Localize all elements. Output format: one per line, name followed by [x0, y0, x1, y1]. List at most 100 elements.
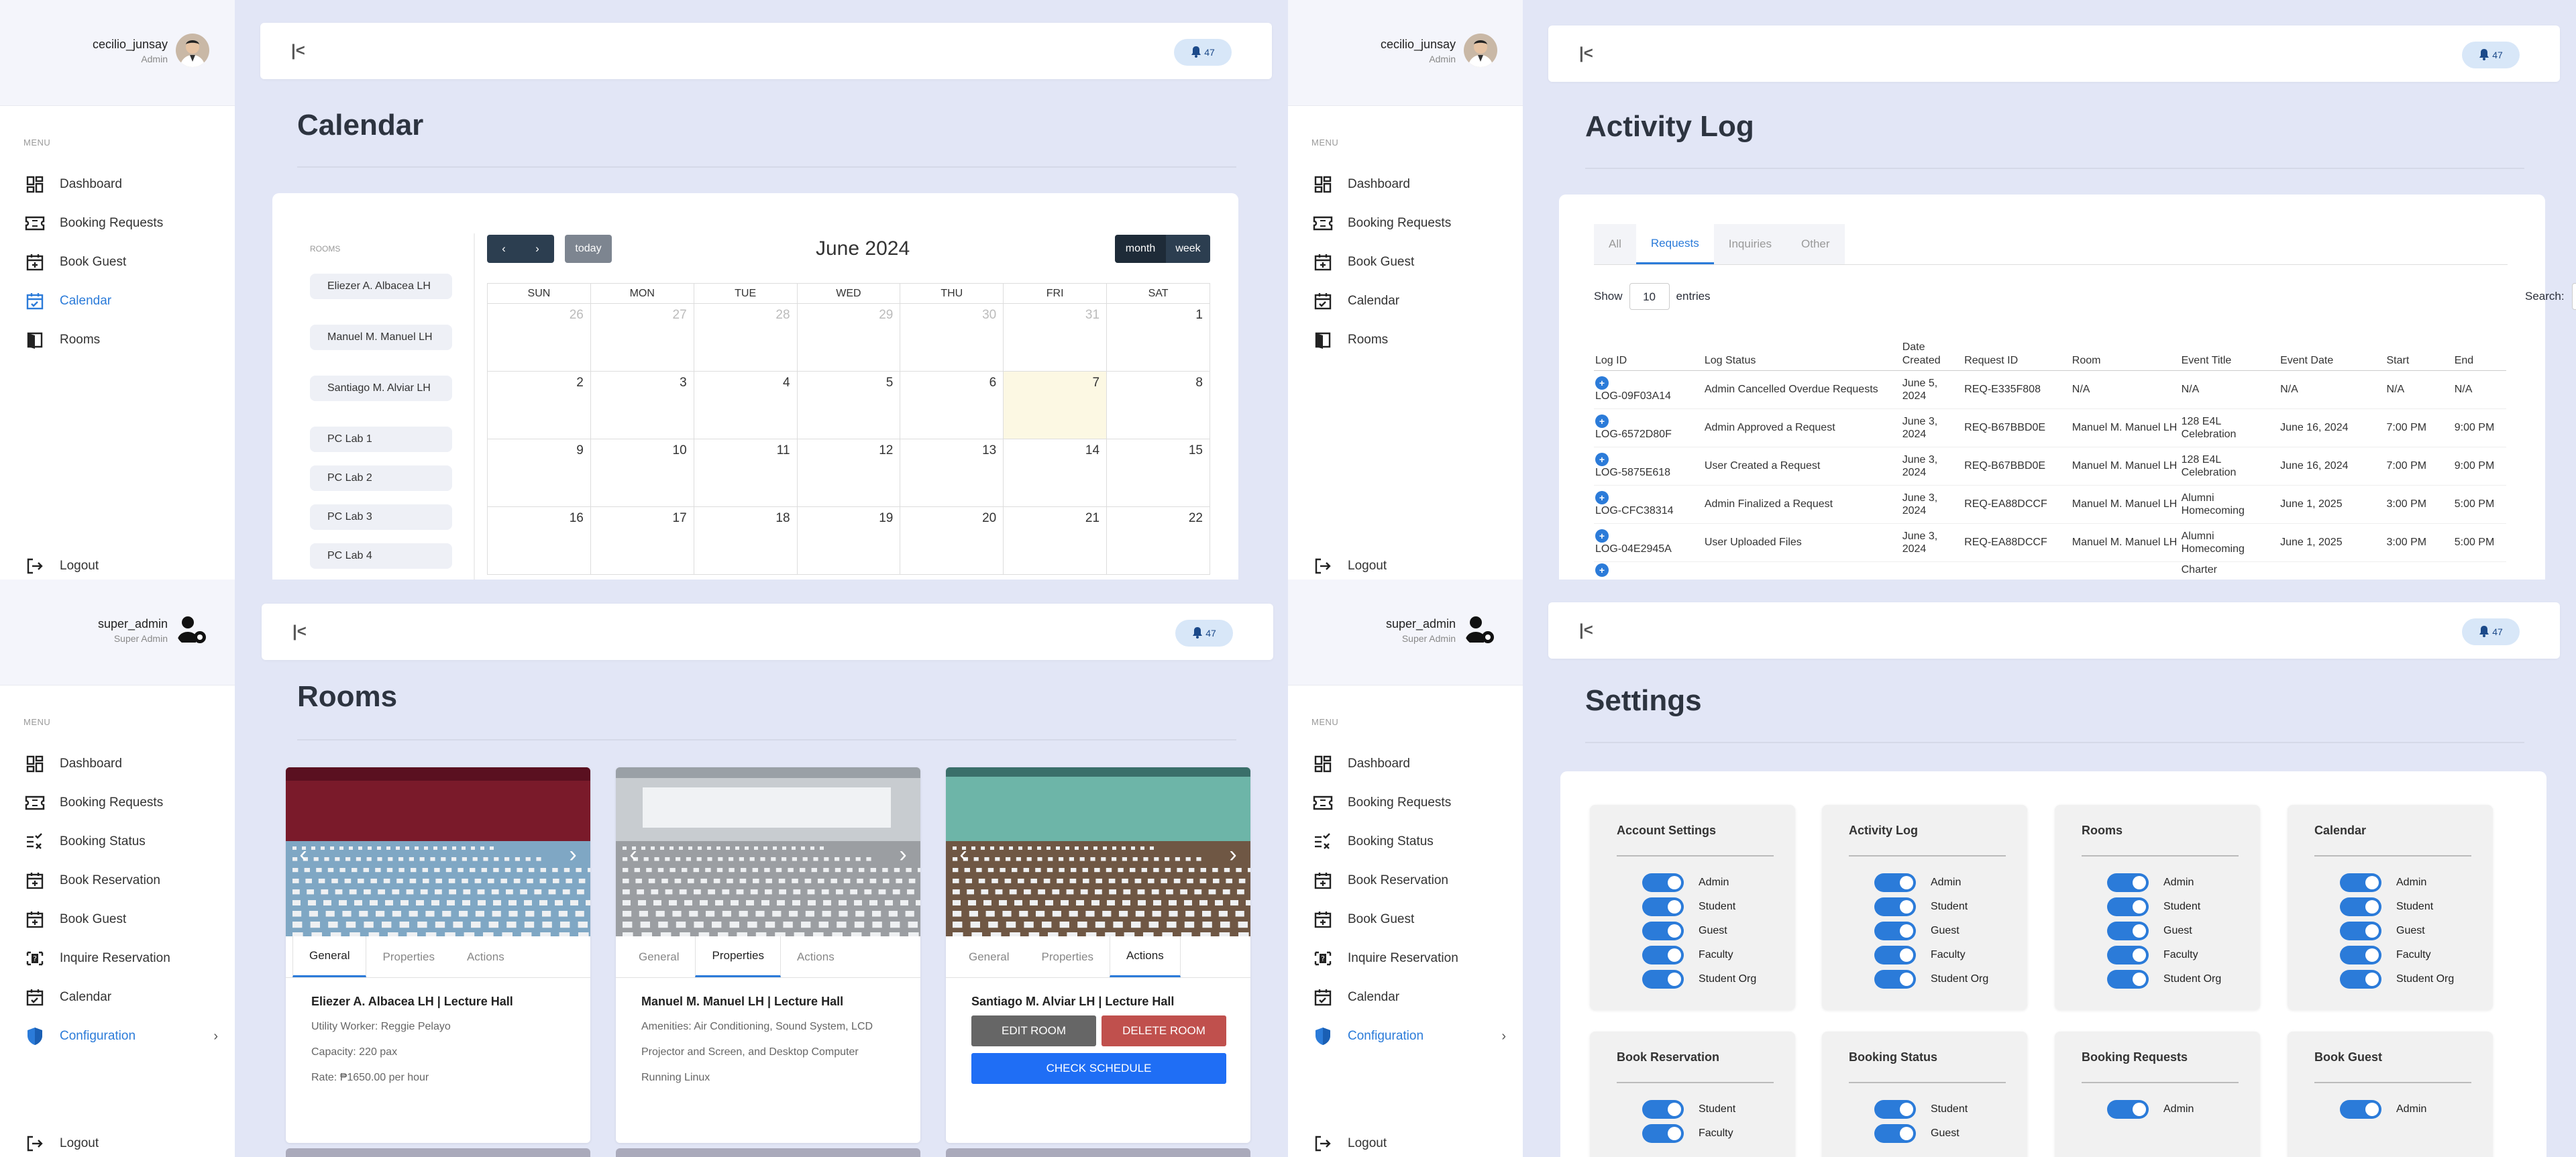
collapse-sidebar-icon[interactable]: |< — [292, 622, 307, 641]
notification-button[interactable]: 47 — [1174, 39, 1232, 66]
permission-toggle[interactable] — [1874, 873, 1916, 892]
permission-toggle[interactable] — [1874, 922, 1916, 940]
permission-toggle[interactable] — [1642, 873, 1684, 892]
tab-all[interactable]: All — [1594, 224, 1636, 264]
carousel-next-icon[interactable]: › — [559, 841, 586, 868]
permission-toggle[interactable] — [1874, 897, 1916, 916]
permission-toggle[interactable] — [1642, 922, 1684, 940]
tab-inquiries[interactable]: Inquiries — [1713, 224, 1786, 264]
expand-row-icon[interactable]: + — [1595, 491, 1609, 504]
calendar-day[interactable]: 20 — [900, 506, 1004, 575]
calendar-day[interactable]: 22 — [1106, 506, 1210, 575]
permission-toggle[interactable] — [2340, 946, 2381, 965]
sidebar-item-book-guest[interactable]: Book Guest — [23, 900, 218, 939]
tab-actions[interactable]: Actions — [781, 936, 851, 977]
tab-general[interactable]: General — [292, 936, 367, 977]
permission-toggle[interactable] — [1642, 1100, 1684, 1119]
calendar-day[interactable]: 18 — [693, 506, 798, 575]
expand-row-icon[interactable]: + — [1595, 376, 1609, 390]
tab-properties[interactable]: Properties — [366, 936, 450, 977]
sidebar-item-dashboard[interactable]: Dashboard — [23, 745, 218, 783]
sidebar-item-booking-requests[interactable]: Booking Requests — [23, 783, 218, 822]
calendar-day[interactable]: 14 — [1003, 439, 1108, 507]
carousel-prev-icon[interactable]: ‹ — [950, 841, 977, 868]
calendar-day[interactable]: 17 — [590, 506, 694, 575]
logout-button[interactable]: Logout — [23, 1130, 99, 1157]
carousel-prev-icon[interactable]: ‹ — [620, 841, 647, 868]
sidebar-item-book-guest[interactable]: Book Guest — [1311, 243, 1506, 282]
logout-button[interactable]: Logout — [1311, 553, 1387, 580]
check-schedule-button[interactable]: CHECK SCHEDULE — [971, 1053, 1226, 1084]
room-filter-item[interactable]: PC Lab 2 — [310, 465, 452, 491]
sidebar-item-book-reservation[interactable]: Book Reservation — [23, 861, 218, 900]
column-log-id[interactable]: Log ID — [1594, 334, 1703, 371]
calendar-day[interactable]: 4 — [693, 371, 798, 439]
column-start[interactable]: Start — [2385, 334, 2453, 371]
sidebar-item-book-reservation[interactable]: Book Reservation — [1311, 861, 1506, 900]
permission-toggle[interactable] — [1642, 946, 1684, 965]
sidebar-item-booking-status[interactable]: Booking Status — [23, 822, 218, 861]
today-button[interactable]: today — [565, 235, 612, 263]
tab-properties[interactable]: Properties — [1025, 936, 1109, 977]
calendar-day[interactable]: 3 — [590, 371, 694, 439]
calendar-day[interactable]: 28 — [693, 303, 798, 372]
tab-requests[interactable]: Requests — [1635, 224, 1714, 264]
sidebar-item-booking-requests[interactable]: Booking Requests — [1311, 204, 1506, 243]
notification-button[interactable]: 47 — [1175, 620, 1233, 647]
calendar-day[interactable]: 26 — [487, 303, 591, 372]
column-room[interactable]: Room — [2070, 334, 2180, 371]
avatar[interactable] — [176, 34, 209, 67]
entries-select[interactable]: 10 — [1629, 283, 1670, 310]
calendar-day[interactable]: 30 — [900, 303, 1004, 372]
sidebar-item-inquire-reservation[interactable]: ? Inquire Reservation — [1311, 939, 1506, 978]
month-view-button[interactable]: month — [1115, 235, 1166, 263]
calendar-day[interactable]: 9 — [487, 439, 591, 507]
calendar-day[interactable]: 21 — [1003, 506, 1108, 575]
sidebar-item-calendar[interactable]: Calendar — [1311, 282, 1506, 321]
expand-row-icon[interactable]: + — [1595, 415, 1609, 428]
logout-button[interactable]: Logout — [23, 553, 99, 580]
edit-room-button[interactable]: EDIT ROOM — [971, 1015, 1096, 1046]
room-filter-item[interactable]: Manuel M. Manuel LH — [310, 325, 452, 350]
carousel-next-icon[interactable]: › — [890, 841, 916, 868]
column-end[interactable]: End — [2453, 334, 2506, 371]
calendar-day[interactable]: 27 — [590, 303, 694, 372]
expand-row-icon[interactable]: + — [1595, 563, 1609, 577]
tab-actions[interactable]: Actions — [451, 936, 521, 977]
sidebar-item-dashboard[interactable]: Dashboard — [1311, 165, 1506, 204]
sidebar-item-book-guest[interactable]: Book Guest — [1311, 900, 1506, 939]
tab-general[interactable]: General — [623, 936, 695, 977]
permission-toggle[interactable] — [1642, 897, 1684, 916]
sidebar-item-calendar[interactable]: Calendar — [1311, 978, 1506, 1017]
week-view-button[interactable]: week — [1166, 235, 1210, 263]
calendar-day[interactable]: 2 — [487, 371, 591, 439]
sidebar-item-dashboard[interactable]: Dashboard — [1311, 745, 1506, 783]
tab-properties[interactable]: Properties — [695, 936, 781, 977]
next-month-button[interactable]: › — [521, 235, 554, 263]
calendar-day[interactable]: 5 — [796, 371, 901, 439]
avatar[interactable] — [1464, 34, 1497, 67]
column-event-date[interactable]: Event Date — [2279, 334, 2385, 371]
permission-toggle[interactable] — [1642, 970, 1684, 989]
collapse-sidebar-icon[interactable]: |< — [1579, 44, 1593, 63]
tab-other[interactable]: Other — [1786, 224, 1845, 264]
sidebar-item-book-guest[interactable]: Book Guest — [23, 243, 218, 282]
permission-toggle[interactable] — [2107, 922, 2149, 940]
permission-toggle[interactable] — [2107, 1100, 2149, 1119]
calendar-day[interactable]: 1 — [1106, 303, 1210, 372]
permission-toggle[interactable] — [1642, 1124, 1684, 1143]
sidebar-item-booking-requests[interactable]: Booking Requests — [23, 204, 218, 243]
logout-button[interactable]: Logout — [1311, 1130, 1387, 1157]
carousel-next-icon[interactable]: › — [1220, 841, 1246, 868]
sidebar-item-inquire-reservation[interactable]: ? Inquire Reservation — [23, 939, 218, 978]
sidebar-item-dashboard[interactable]: Dashboard — [23, 165, 218, 204]
calendar-day[interactable]: 12 — [796, 439, 901, 507]
prev-month-button[interactable]: ‹ — [487, 235, 521, 263]
column-event-title[interactable]: Event Title — [2180, 334, 2279, 371]
notification-button[interactable]: 47 — [2462, 42, 2520, 68]
sidebar-item-booking-requests[interactable]: Booking Requests — [1311, 783, 1506, 822]
permission-toggle[interactable] — [2107, 873, 2149, 892]
sidebar-item-calendar[interactable]: Calendar — [23, 282, 218, 321]
notification-button[interactable]: 47 — [2462, 618, 2520, 645]
collapse-sidebar-icon[interactable]: |< — [1579, 621, 1593, 640]
